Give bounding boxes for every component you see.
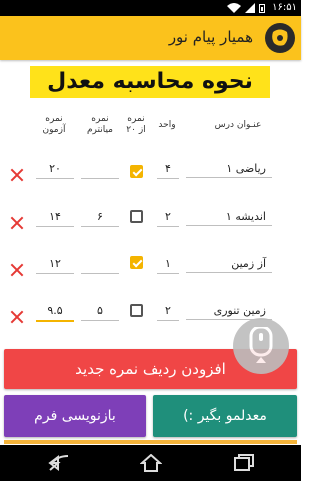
status-bar: ۱۶:۵۱	[0, 0, 301, 16]
unit-field[interactable]: ۲	[157, 302, 179, 321]
column-grade-20: نمره از ۲۰	[126, 114, 146, 135]
home-icon[interactable]	[140, 454, 162, 472]
close-icon[interactable]	[10, 168, 24, 182]
column-midterm: نمره میانترم	[86, 114, 114, 135]
close-icon[interactable]	[10, 310, 24, 324]
unit-field[interactable]: ۲	[157, 208, 179, 227]
navigation-bar	[0, 445, 301, 481]
exam-grade-field[interactable]: ۲۰	[36, 160, 74, 179]
grade-20-checkbox[interactable]	[130, 256, 143, 269]
midterm-grade-field[interactable]: ۶	[81, 208, 119, 227]
unit-field[interactable]: ۱	[157, 255, 179, 274]
bottom-divider	[4, 440, 297, 444]
rewrite-form-button[interactable]: بازنویسی فرم	[4, 395, 146, 437]
signal-icon	[245, 3, 255, 13]
exam-grade-field[interactable]: ۹.۵	[36, 302, 74, 322]
course-title-field[interactable]: آز زمین	[186, 255, 272, 273]
grade-row: ۲۰ ۴ ریاضی ۱	[0, 160, 301, 196]
back-icon[interactable]	[48, 454, 69, 472]
grade-20-checkbox[interactable]	[130, 210, 143, 223]
wifi-icon	[227, 3, 241, 13]
close-icon[interactable]	[10, 263, 24, 277]
app-bar: همیار پیام نور	[0, 16, 301, 60]
grade-row: ۱۴ ۶ ۲ اندیشه ۱	[0, 208, 301, 244]
course-title-field[interactable]: ریاضی ۱	[186, 160, 272, 178]
calculate-average-button[interactable]: معدلمو بگیر :)	[153, 395, 297, 437]
hamyar-logo-icon	[265, 23, 295, 53]
app-title: همیار پیام نور	[168, 28, 253, 46]
exam-grade-field[interactable]: ۱۴	[36, 208, 74, 227]
recents-icon[interactable]	[233, 454, 254, 472]
battery-icon	[259, 4, 265, 13]
scroll-handle-icon[interactable]	[233, 318, 289, 374]
close-icon[interactable]	[10, 216, 24, 230]
midterm-grade-field[interactable]	[81, 160, 119, 179]
column-exam: نمره آزمون	[42, 114, 66, 135]
grade-row: ۱۲ ۱ آز زمین	[0, 255, 301, 291]
course-title-field[interactable]: اندیشه ۱	[186, 208, 272, 226]
page-title: نحوه محاسبه معدل	[30, 66, 270, 98]
grade-20-checkbox[interactable]	[130, 304, 143, 317]
midterm-grade-field[interactable]: ۵	[81, 302, 119, 321]
column-course: عنـوان درس	[214, 120, 262, 130]
column-unit: واحد	[158, 120, 176, 130]
midterm-grade-field[interactable]	[81, 255, 119, 274]
grade-20-checkbox[interactable]	[130, 165, 143, 178]
status-time: ۱۶:۵۱	[272, 2, 297, 13]
exam-grade-field[interactable]: ۱۲	[36, 255, 74, 274]
unit-field[interactable]: ۴	[157, 160, 179, 179]
